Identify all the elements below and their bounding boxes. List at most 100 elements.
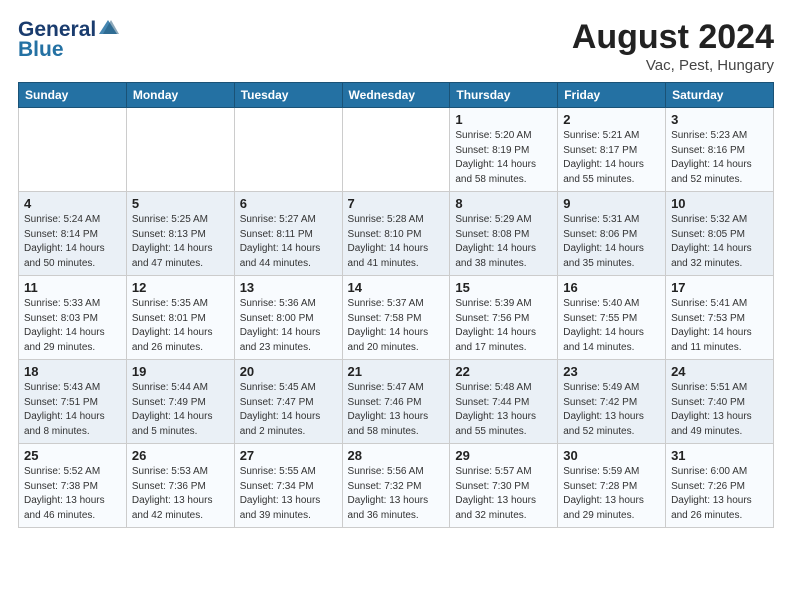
day-number: 11	[24, 280, 121, 295]
day-number: 16	[563, 280, 660, 295]
day-info: Sunrise: 5:29 AMSunset: 8:08 PMDaylight:…	[455, 213, 552, 271]
day-info: Sunrise: 5:40 AMSunset: 7:55 PMDaylight:…	[563, 297, 660, 355]
location: Vac, Pest, Hungary	[572, 57, 774, 74]
day-number: 7	[348, 196, 445, 211]
day-number: 12	[132, 280, 229, 295]
day-number: 29	[455, 448, 552, 463]
day-info: Sunrise: 5:36 AMSunset: 8:00 PMDaylight:…	[240, 297, 337, 355]
day-number: 22	[455, 364, 552, 379]
day-info: Sunrise: 5:43 AMSunset: 7:51 PMDaylight:…	[24, 381, 121, 439]
day-number: 1	[455, 112, 552, 127]
day-info: Sunrise: 5:20 AMSunset: 8:19 PMDaylight:…	[455, 129, 552, 187]
day-info: Sunrise: 5:47 AMSunset: 7:46 PMDaylight:…	[348, 381, 445, 439]
calendar-week-row: 4 Sunrise: 5:24 AMSunset: 8:14 PMDaylight…	[19, 192, 774, 276]
day-info: Sunrise: 5:39 AMSunset: 7:56 PMDaylight:…	[455, 297, 552, 355]
calendar-header-row: Sunday Monday Tuesday Wednesday Thursday…	[19, 83, 774, 108]
table-row: 9 Sunrise: 5:31 AMSunset: 8:06 PMDaylight…	[558, 192, 666, 276]
table-row: 12Sunrise: 5:35 AMSunset: 8:01 PMDayligh…	[126, 276, 234, 360]
calendar-table: Sunday Monday Tuesday Wednesday Thursday…	[18, 82, 774, 528]
day-info: Sunrise: 5:49 AMSunset: 7:42 PMDaylight:…	[563, 381, 660, 439]
day-number: 14	[348, 280, 445, 295]
table-row: 7 Sunrise: 5:28 AMSunset: 8:10 PMDaylight…	[342, 192, 450, 276]
table-row: 8 Sunrise: 5:29 AMSunset: 8:08 PMDaylight…	[450, 192, 558, 276]
day-info: Sunrise: 5:51 AMSunset: 7:40 PMDaylight:…	[671, 381, 768, 439]
day-number: 9	[563, 196, 660, 211]
day-number: 28	[348, 448, 445, 463]
day-number: 2	[563, 112, 660, 127]
day-info: Sunrise: 5:32 AMSunset: 8:05 PMDaylight:…	[671, 213, 768, 271]
day-info: Sunrise: 5:28 AMSunset: 8:10 PMDaylight:…	[348, 213, 445, 271]
table-row	[234, 108, 342, 192]
day-info: Sunrise: 5:31 AMSunset: 8:06 PMDaylight:…	[563, 213, 660, 271]
table-row: 24Sunrise: 5:51 AMSunset: 7:40 PMDayligh…	[666, 360, 774, 444]
table-row: 25Sunrise: 5:52 AMSunset: 7:38 PMDayligh…	[19, 444, 127, 528]
day-number: 15	[455, 280, 552, 295]
col-wednesday: Wednesday	[342, 83, 450, 108]
table-row: 21 Sunrise: 5:47 AMSunset: 7:46 PMDayligh…	[342, 360, 450, 444]
logo: General Blue	[18, 18, 119, 62]
col-sunday: Sunday	[19, 83, 127, 108]
table-row: 6Sunrise: 5:27 AMSunset: 8:11 PMDaylight…	[234, 192, 342, 276]
day-info: Sunrise: 5:33 AMSunset: 8:03 PMDaylight:…	[24, 297, 121, 355]
col-saturday: Saturday	[666, 83, 774, 108]
table-row	[342, 108, 450, 192]
col-friday: Friday	[558, 83, 666, 108]
day-number: 8	[455, 196, 552, 211]
day-info: Sunrise: 5:27 AMSunset: 8:11 PMDaylight:…	[240, 213, 337, 271]
col-thursday: Thursday	[450, 83, 558, 108]
table-row: 30Sunrise: 5:59 AMSunset: 7:28 PMDayligh…	[558, 444, 666, 528]
day-number: 26	[132, 448, 229, 463]
table-row: 27 Sunrise: 5:55 AMSunset: 7:34 PMDayligh…	[234, 444, 342, 528]
day-info: Sunrise: 5:41 AMSunset: 7:53 PMDaylight:…	[671, 297, 768, 355]
table-row: 13 Sunrise: 5:36 AMSunset: 8:00 PMDayligh…	[234, 276, 342, 360]
calendar-week-row: 18Sunrise: 5:43 AMSunset: 7:51 PMDayligh…	[19, 360, 774, 444]
col-tuesday: Tuesday	[234, 83, 342, 108]
day-info: Sunrise: 5:52 AMSunset: 7:38 PMDaylight:…	[24, 465, 121, 523]
day-number: 3	[671, 112, 768, 127]
day-info: Sunrise: 5:24 AMSunset: 8:14 PMDaylight:…	[24, 213, 121, 271]
table-row: 4 Sunrise: 5:24 AMSunset: 8:14 PMDaylight…	[19, 192, 127, 276]
day-number: 10	[671, 196, 768, 211]
col-monday: Monday	[126, 83, 234, 108]
table-row: 31 Sunrise: 6:00 AMSunset: 7:26 PMDayligh…	[666, 444, 774, 528]
day-info: Sunrise: 6:00 AMSunset: 7:26 PMDaylight:…	[671, 465, 768, 523]
calendar-week-row: 25Sunrise: 5:52 AMSunset: 7:38 PMDayligh…	[19, 444, 774, 528]
day-info: Sunrise: 5:44 AMSunset: 7:49 PMDaylight:…	[132, 381, 229, 439]
table-row: 29Sunrise: 5:57 AMSunset: 7:30 PMDayligh…	[450, 444, 558, 528]
table-row: 19 Sunrise: 5:44 AMSunset: 7:49 PMDayligh…	[126, 360, 234, 444]
day-number: 4	[24, 196, 121, 211]
table-row: 11 Sunrise: 5:33 AMSunset: 8:03 PMDayligh…	[19, 276, 127, 360]
calendar-week-row: 11 Sunrise: 5:33 AMSunset: 8:03 PMDayligh…	[19, 276, 774, 360]
day-number: 19	[132, 364, 229, 379]
table-row: 10 Sunrise: 5:32 AMSunset: 8:05 PMDayligh…	[666, 192, 774, 276]
day-info: Sunrise: 5:56 AMSunset: 7:32 PMDaylight:…	[348, 465, 445, 523]
title-section: August 2024 Vac, Pest, Hungary	[572, 18, 774, 74]
day-info: Sunrise: 5:25 AMSunset: 8:13 PMDaylight:…	[132, 213, 229, 271]
day-number: 5	[132, 196, 229, 211]
table-row: 22 Sunrise: 5:48 AMSunset: 7:44 PMDayligh…	[450, 360, 558, 444]
day-info: Sunrise: 5:55 AMSunset: 7:34 PMDaylight:…	[240, 465, 337, 523]
day-info: Sunrise: 5:48 AMSunset: 7:44 PMDaylight:…	[455, 381, 552, 439]
day-number: 31	[671, 448, 768, 463]
day-number: 23	[563, 364, 660, 379]
day-number: 20	[240, 364, 337, 379]
table-row: 14 Sunrise: 5:37 AMSunset: 7:58 PMDayligh…	[342, 276, 450, 360]
table-row: 2 Sunrise: 5:21 AMSunset: 8:17 PMDaylight…	[558, 108, 666, 192]
day-number: 17	[671, 280, 768, 295]
day-number: 27	[240, 448, 337, 463]
table-row	[126, 108, 234, 192]
table-row: 28 Sunrise: 5:56 AMSunset: 7:32 PMDayligh…	[342, 444, 450, 528]
calendar-week-row: 1 Sunrise: 5:20 AMSunset: 8:19 PMDaylight…	[19, 108, 774, 192]
table-row: 16 Sunrise: 5:40 AMSunset: 7:55 PMDayligh…	[558, 276, 666, 360]
day-info: Sunrise: 5:21 AMSunset: 8:17 PMDaylight:…	[563, 129, 660, 187]
table-row: 15 Sunrise: 5:39 AMSunset: 7:56 PMDayligh…	[450, 276, 558, 360]
day-number: 13	[240, 280, 337, 295]
table-row: 23 Sunrise: 5:49 AMSunset: 7:42 PMDayligh…	[558, 360, 666, 444]
page-header: General Blue August 2024 Vac, Pest, Hung…	[18, 18, 774, 74]
logo-icon	[97, 18, 119, 40]
table-row	[19, 108, 127, 192]
day-number: 21	[348, 364, 445, 379]
table-row: 5 Sunrise: 5:25 AMSunset: 8:13 PMDaylight…	[126, 192, 234, 276]
table-row: 26Sunrise: 5:53 AMSunset: 7:36 PMDayligh…	[126, 444, 234, 528]
day-info: Sunrise: 5:37 AMSunset: 7:58 PMDaylight:…	[348, 297, 445, 355]
